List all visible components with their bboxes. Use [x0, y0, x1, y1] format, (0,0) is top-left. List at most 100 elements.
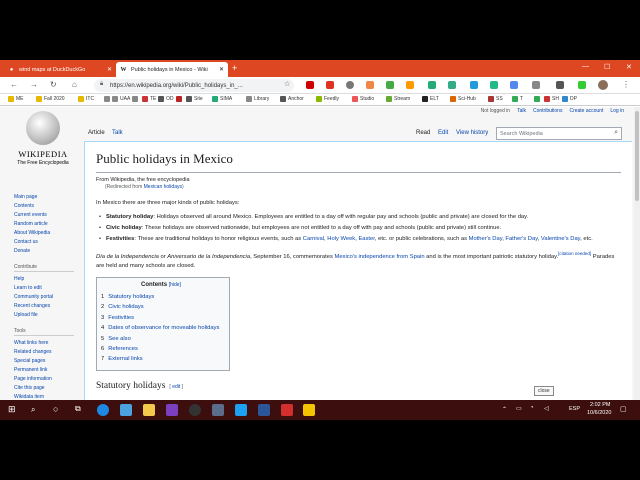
word-icon[interactable] — [258, 404, 270, 416]
sidebar-item-permanent-link[interactable]: Permanent link — [14, 366, 80, 375]
acrobat-icon[interactable] — [281, 404, 293, 416]
forward-icon[interactable]: → — [30, 80, 38, 89]
toc-item[interactable]: 6 References — [101, 344, 221, 354]
close-window-button[interactable]: ✕ — [626, 63, 632, 71]
sidebar-item-what-links-here[interactable]: What links here — [14, 339, 80, 348]
close-tab-icon[interactable]: ✕ — [215, 66, 224, 73]
profile-avatar[interactable] — [598, 80, 608, 90]
link-valentines-day[interactable]: Valentine's Day — [541, 236, 580, 242]
bookmark-item[interactable]: Fall 2020 — [36, 96, 65, 102]
bookmark-item[interactable]: T — [512, 96, 523, 102]
maximize-button[interactable]: ☐ — [604, 63, 610, 71]
citation-needed-link[interactable]: [citation needed] — [558, 251, 591, 256]
bookmark-item[interactable]: Anchor — [280, 96, 304, 102]
section-edit-link[interactable]: edit — [172, 384, 180, 390]
tab-article[interactable]: Article — [88, 130, 105, 136]
sidebar-item-random-article[interactable]: Random article — [14, 220, 80, 229]
extension-icon[interactable] — [490, 81, 498, 89]
bookmark-item[interactable]: Site — [186, 96, 203, 102]
extension-icon[interactable] — [306, 81, 314, 89]
edge-icon[interactable] — [97, 404, 109, 416]
extension-icon[interactable] — [470, 81, 478, 89]
extension-icon[interactable] — [578, 81, 586, 89]
onenote-icon[interactable] — [166, 404, 178, 416]
extension-icon[interactable] — [326, 81, 334, 89]
app-icon[interactable] — [212, 404, 224, 416]
clock-time[interactable]: 2:02 PM — [590, 402, 610, 408]
bookmark-item[interactable] — [104, 96, 112, 102]
sidebar-item-contact[interactable]: Contact us — [14, 238, 80, 247]
extension-icon[interactable] — [366, 81, 374, 89]
twitter-icon[interactable] — [235, 404, 247, 416]
network-icon[interactable]: ▭ — [516, 405, 522, 412]
extension-icon[interactable] — [532, 81, 540, 89]
bookmark-item[interactable]: SH — [544, 96, 559, 102]
extension-icon[interactable] — [428, 81, 436, 89]
tab-duckduckgo[interactable]: ● wind maps at DuckDuckGo ✕ — [4, 62, 116, 77]
sidebar-item-upload-file[interactable]: Upload file — [14, 311, 80, 320]
close-tab-icon[interactable]: ✕ — [103, 66, 112, 73]
bookmark-item[interactable]: ME — [8, 96, 24, 102]
talk-link[interactable]: Talk — [517, 108, 526, 114]
link-easter[interactable]: Easter — [358, 236, 374, 242]
bookmark-star-icon[interactable]: ☆ — [284, 80, 290, 88]
extension-icon[interactable] — [510, 81, 518, 89]
sidebar-item-help[interactable]: Help — [14, 275, 80, 284]
bookmark-item[interactable]: Sci-Hub — [450, 96, 476, 102]
notifications-icon[interactable]: ▢ — [620, 405, 627, 413]
clock-date[interactable]: 10/6/2020 — [587, 410, 611, 416]
link-mothers-day[interactable]: Mother's Day — [469, 236, 503, 242]
new-tab-button[interactable]: + — [232, 63, 237, 73]
sidebar-item-community-portal[interactable]: Community portal — [14, 293, 80, 302]
bookmark-item[interactable]: DP — [562, 96, 577, 102]
sidebar-item-about[interactable]: About Wikipedia — [14, 229, 80, 238]
link-holy-week[interactable]: Holy Week — [327, 236, 355, 242]
bookmark-item[interactable]: ELT — [422, 96, 439, 102]
extension-icon[interactable] — [346, 81, 354, 89]
sidebar-item-cite-this-page[interactable]: Cite this page — [14, 384, 80, 393]
toc-item[interactable]: 3 Festivities — [101, 313, 221, 323]
create-account-link[interactable]: Create account — [569, 108, 603, 114]
mail-icon[interactable] — [120, 404, 132, 416]
bookmark-item[interactable] — [132, 96, 140, 102]
bookmark-item[interactable] — [176, 96, 184, 102]
tab-edit[interactable]: Edit — [438, 130, 448, 136]
sidebar-item-current-events[interactable]: Current events — [14, 211, 80, 220]
sidebar-item-learn-to-edit[interactable]: Learn to edit — [14, 284, 80, 293]
extensions-puzzle-icon[interactable] — [556, 81, 564, 89]
toc-item[interactable]: 2 Civic holidays — [101, 302, 221, 312]
bookmark-item[interactable]: OD — [158, 96, 174, 102]
tab-talk[interactable]: Talk — [112, 130, 123, 136]
windows-start-icon[interactable]: ⊞ — [8, 404, 16, 415]
extension-icon[interactable] — [406, 81, 414, 89]
bookmark-item[interactable]: Library — [246, 96, 269, 102]
link-independence[interactable]: Mexico's independence from Spain — [335, 254, 425, 260]
back-icon[interactable]: ← — [10, 80, 18, 89]
toc-item[interactable]: 4 Dates of observance for moveable holida… — [101, 323, 221, 333]
obs-icon[interactable] — [189, 404, 201, 416]
log-in-link[interactable]: Log in — [610, 108, 624, 114]
file-explorer-icon[interactable] — [143, 404, 155, 416]
bookmark-item[interactable] — [534, 96, 542, 102]
vertical-scrollbar[interactable] — [634, 107, 640, 400]
wifi-icon[interactable]: ◔ — [530, 405, 534, 411]
search-input[interactable]: Search Wikipedia ⌕ — [496, 127, 622, 140]
search-icon[interactable]: ⌕ — [614, 129, 618, 137]
address-bar[interactable]: 🔒︎ https://en.wikipedia.org/wiki/Public_… — [94, 79, 294, 92]
sidebar-item-contents[interactable]: Contents — [14, 202, 80, 211]
tab-view-history[interactable]: View history — [456, 130, 488, 136]
link-carnival[interactable]: Carnival — [303, 236, 324, 242]
sidebar-item-donate[interactable]: Donate — [14, 247, 80, 256]
redirect-link[interactable]: Mexican holidays — [144, 184, 182, 190]
language-indicator[interactable]: ESP — [569, 406, 580, 412]
toc-item[interactable]: 7 External links — [101, 354, 221, 364]
link-fathers-day[interactable]: Father's Day — [505, 236, 537, 242]
sidebar-item-related-changes[interactable]: Related changes — [14, 348, 80, 357]
bookmark-item[interactable]: UAA — [112, 96, 130, 102]
toc-item[interactable]: 5 See also — [101, 334, 221, 344]
task-view-icon[interactable]: ⧉ — [75, 404, 81, 414]
search-icon[interactable]: ⌕ — [31, 405, 35, 415]
volume-icon[interactable]: ◁ — [544, 405, 549, 412]
bookmark-item[interactable]: Feedly — [316, 96, 339, 102]
extension-icon[interactable] — [448, 81, 456, 89]
